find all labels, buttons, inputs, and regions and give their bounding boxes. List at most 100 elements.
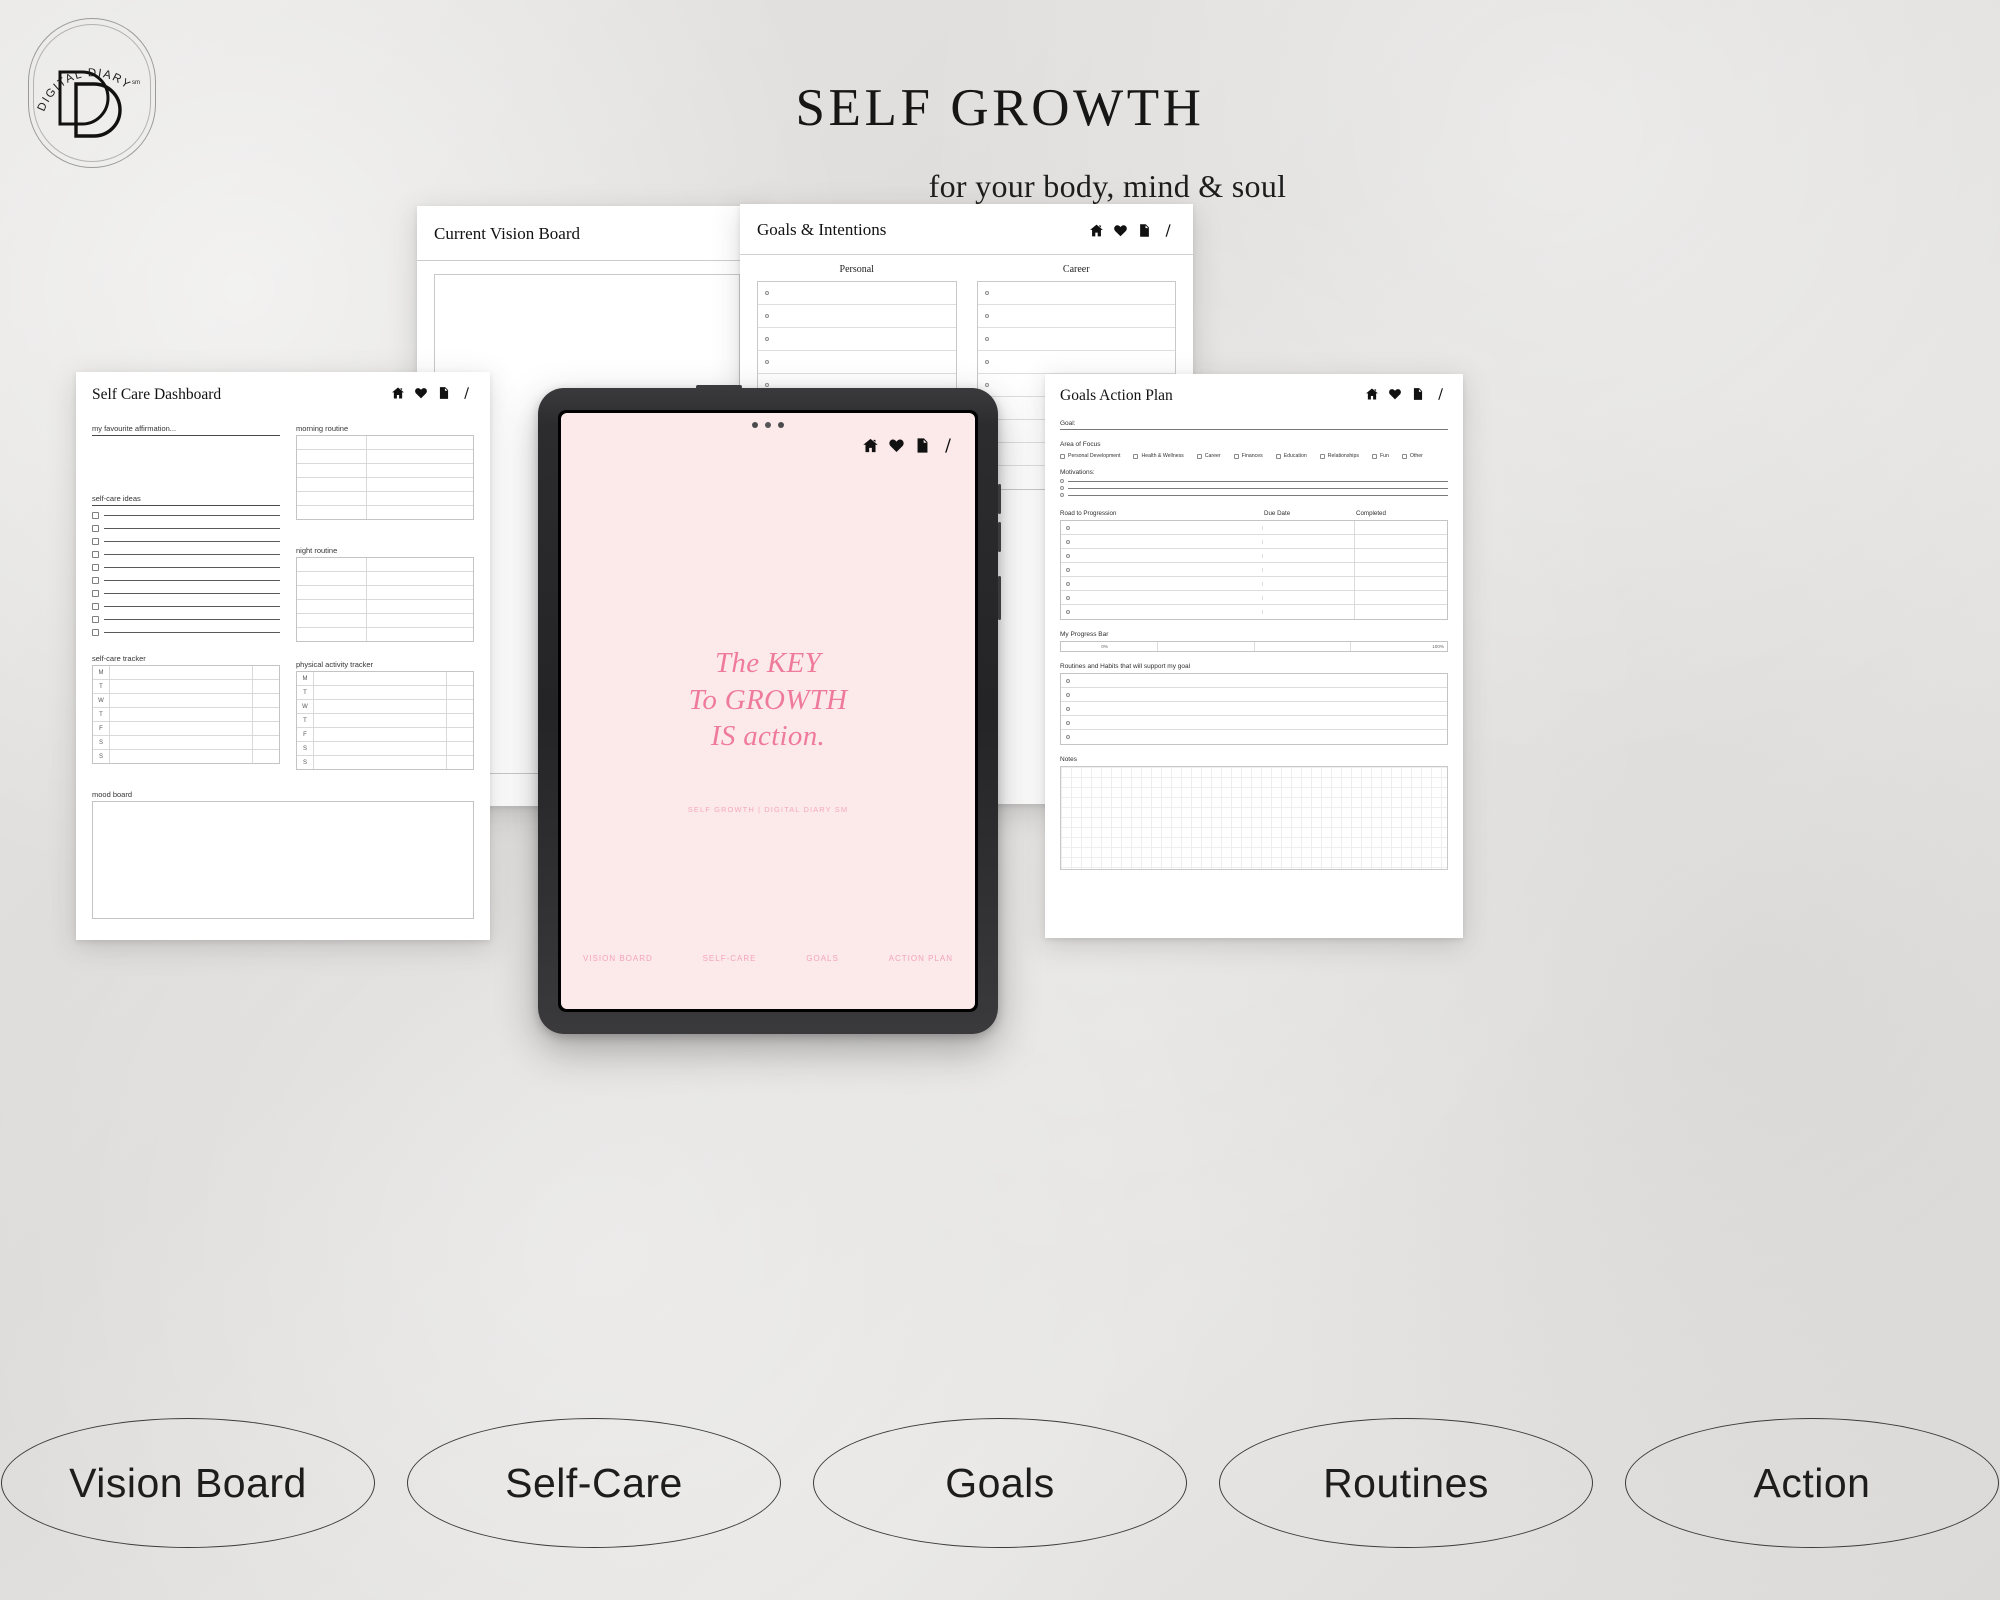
list-item[interactable] [92, 564, 280, 571]
table-cell[interactable] [367, 600, 473, 613]
table-row[interactable]: S [297, 742, 473, 756]
list-item[interactable] [92, 629, 280, 636]
goal-row[interactable] [758, 282, 956, 305]
checkbox-icon[interactable] [92, 538, 99, 545]
goal-row[interactable] [977, 282, 1175, 305]
home-icon[interactable] [391, 386, 405, 400]
table-cell[interactable] [110, 666, 253, 679]
table-cell[interactable] [253, 736, 279, 749]
table-row[interactable]: W [297, 700, 473, 714]
table-row[interactable] [1061, 549, 1447, 563]
table-cell[interactable] [1061, 525, 1263, 530]
list-item[interactable] [92, 603, 280, 610]
table-cell[interactable] [297, 558, 368, 571]
focus-option[interactable]: Health & Wellness [1133, 453, 1184, 459]
nav-item-action-plan[interactable]: ACTION PLAN [889, 954, 953, 963]
table-cell[interactable] [367, 586, 473, 599]
focus-option[interactable]: Relationships [1319, 453, 1359, 459]
table-row[interactable]: W [93, 694, 279, 708]
feature-oval-action[interactable]: Action [1625, 1418, 1999, 1548]
focus-option[interactable]: Fun [1371, 453, 1389, 459]
table-cell[interactable] [1263, 549, 1355, 562]
table-row[interactable]: T [297, 686, 473, 700]
checkbox-icon[interactable] [92, 590, 99, 597]
table-cell[interactable] [1355, 591, 1447, 604]
document-icon[interactable] [914, 437, 931, 454]
feature-oval-self-care[interactable]: Self-Care [407, 1418, 781, 1548]
table-cell[interactable] [447, 728, 473, 741]
table-cell[interactable] [1061, 567, 1263, 572]
table-row[interactable] [1061, 605, 1447, 619]
table-row[interactable] [297, 614, 473, 628]
table-cell[interactable] [367, 558, 473, 571]
heart-icon[interactable] [414, 386, 428, 400]
progress-segment[interactable] [1158, 642, 1255, 651]
table-row[interactable] [297, 586, 473, 600]
table-cell[interactable] [297, 450, 368, 463]
list-item[interactable] [92, 512, 280, 519]
document-icon[interactable] [437, 386, 451, 400]
table-cell[interactable] [447, 742, 473, 755]
table-row[interactable] [297, 628, 473, 641]
focus-option[interactable]: Personal Development [1060, 453, 1120, 459]
table-row[interactable] [297, 600, 473, 614]
table-cell[interactable] [253, 680, 279, 693]
checkbox-icon[interactable] [1233, 453, 1239, 459]
checkbox-icon[interactable] [1319, 453, 1325, 459]
list-item[interactable] [92, 538, 280, 545]
checkbox-icon[interactable] [92, 577, 99, 584]
table-cell[interactable] [1263, 577, 1355, 590]
table-cell[interactable] [110, 750, 253, 763]
table-cell[interactable] [297, 586, 368, 599]
table-cell[interactable] [297, 506, 368, 519]
tablet-volume-down-button[interactable] [998, 522, 1001, 552]
sheet-icon-row[interactable] [1365, 387, 1448, 401]
table-row[interactable]: S [297, 756, 473, 769]
table-cell[interactable] [1263, 563, 1355, 576]
checkbox-icon[interactable] [1275, 453, 1281, 459]
goal-row[interactable] [977, 305, 1175, 328]
table-row[interactable]: T [297, 714, 473, 728]
table-cell[interactable] [297, 628, 368, 641]
sheet-goals-action-plan[interactable]: Goals Action Plan Goal: Area of Focus Pe… [1045, 374, 1463, 938]
table-row[interactable]: M [297, 672, 473, 686]
table-cell[interactable] [110, 694, 253, 707]
table-cell[interactable] [297, 600, 368, 613]
table-cell[interactable] [1061, 610, 1263, 614]
table-cell[interactable] [1061, 553, 1263, 558]
table-cell[interactable] [367, 572, 473, 585]
document-icon[interactable] [1411, 387, 1425, 401]
table-cell[interactable] [447, 672, 473, 685]
table-row[interactable] [297, 506, 473, 519]
table-cell[interactable] [367, 436, 473, 449]
table-cell[interactable] [367, 464, 473, 477]
heart-icon[interactable] [1113, 223, 1128, 238]
night-routine-table[interactable] [296, 557, 474, 642]
table-row[interactable] [1061, 591, 1447, 605]
list-item[interactable] [92, 551, 280, 558]
table-cell[interactable] [297, 492, 368, 505]
table-cell[interactable] [297, 464, 368, 477]
table-cell[interactable] [314, 756, 447, 769]
table-row[interactable] [297, 572, 473, 586]
goal-row[interactable] [758, 328, 956, 351]
goal-row[interactable] [977, 351, 1175, 374]
progress-segment[interactable] [1255, 642, 1352, 651]
checkbox-icon[interactable] [92, 525, 99, 532]
home-icon[interactable] [1089, 223, 1104, 238]
table-cell[interactable] [1061, 539, 1263, 544]
goal-row[interactable] [977, 328, 1175, 351]
table-row[interactable] [1061, 674, 1447, 688]
sheet-self-care-dashboard[interactable]: Self Care Dashboard my favourite affirma… [76, 372, 490, 940]
table-row[interactable] [1061, 577, 1447, 591]
pen-slash-icon[interactable] [1434, 387, 1448, 401]
table-cell[interactable] [110, 680, 253, 693]
feature-oval-vision-board[interactable]: Vision Board [1, 1418, 375, 1548]
checkbox-icon[interactable] [1133, 453, 1139, 459]
road-to-progression-table[interactable] [1060, 520, 1448, 620]
table-cell[interactable] [367, 492, 473, 505]
physical-activity-tracker-table[interactable]: M T W T F S S [296, 671, 474, 770]
goal-row[interactable] [758, 351, 956, 374]
table-row[interactable]: F [93, 722, 279, 736]
focus-option[interactable]: Education [1275, 453, 1307, 459]
